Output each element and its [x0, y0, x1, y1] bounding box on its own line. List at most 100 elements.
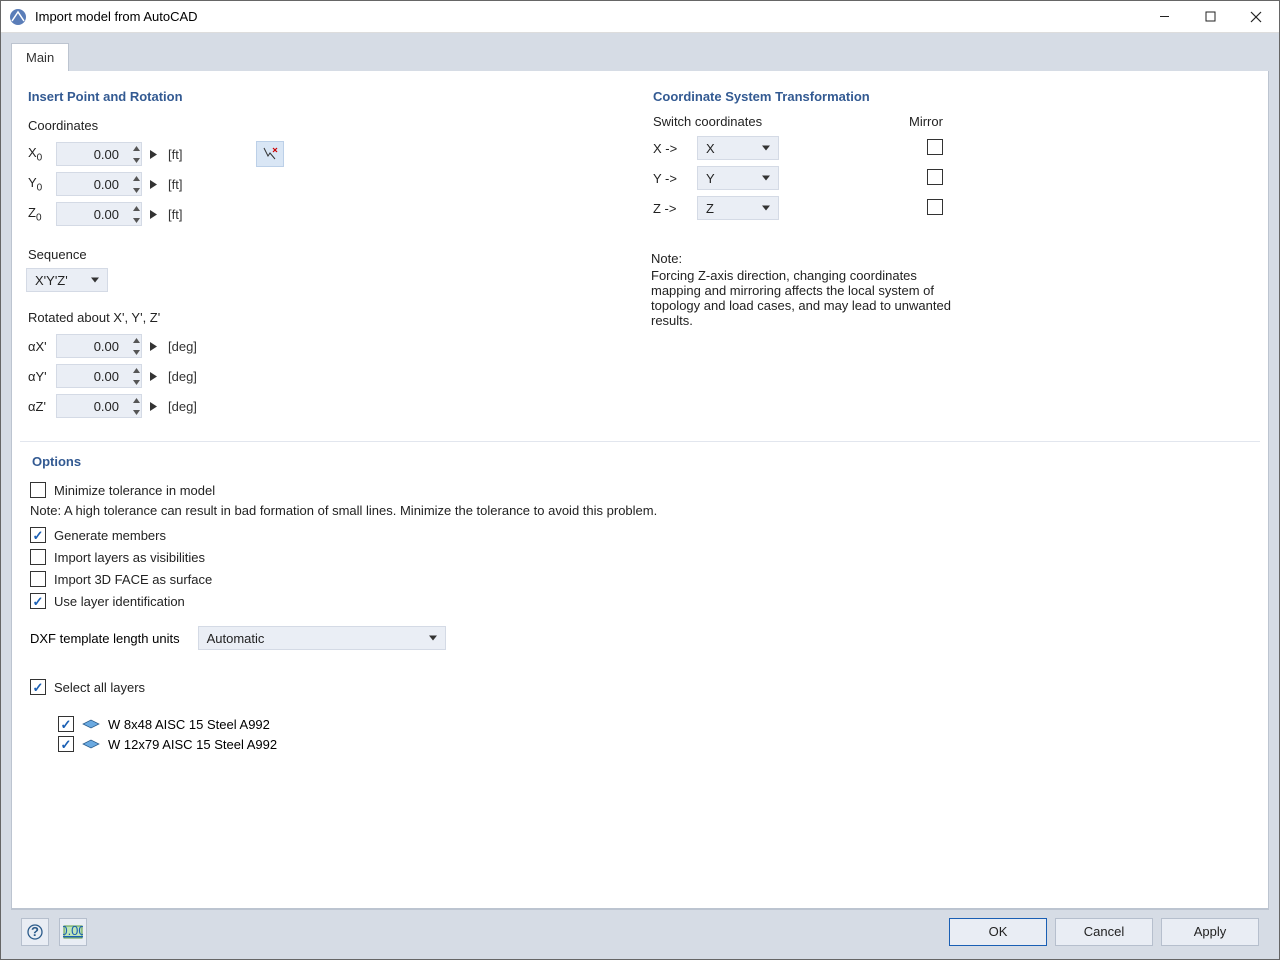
import-3dface-checkbox[interactable]	[30, 571, 46, 587]
window-controls	[1141, 1, 1279, 32]
select-all-layers-row: Select all layers	[30, 676, 1250, 698]
titlebar: Import model from AutoCAD	[1, 1, 1279, 33]
ok-button[interactable]: OK	[949, 918, 1047, 946]
ax-spinner[interactable]	[130, 334, 142, 358]
generate-members-checkbox[interactable]	[30, 527, 46, 543]
maximize-button[interactable]	[1187, 1, 1233, 32]
y0-label: Y0	[28, 175, 52, 194]
import-layers-vis-checkbox[interactable]	[30, 549, 46, 565]
close-button[interactable]	[1233, 1, 1279, 32]
select-all-layers-checkbox[interactable]	[30, 679, 46, 695]
x0-spinner[interactable]	[130, 142, 142, 166]
help-button[interactable]: ?	[21, 918, 49, 946]
ax-unit: [deg]	[168, 339, 197, 354]
dxf-units-select[interactable]: Automatic	[198, 626, 446, 650]
cs-header: Switch coordinates Mirror	[651, 114, 1254, 129]
x0-unit: [ft]	[168, 147, 182, 162]
cs-note: Note: Forcing Z-axis direction, changing…	[651, 251, 951, 328]
layer-checkbox-0[interactable]	[58, 716, 74, 732]
ay-label: αY'	[28, 369, 52, 384]
az-label: αZ'	[28, 399, 52, 414]
x-from-label: X ->	[653, 141, 689, 156]
layer-icon	[82, 737, 100, 751]
use-layer-id-checkbox[interactable]	[30, 593, 46, 609]
layer-checkbox-1[interactable]	[58, 736, 74, 752]
cs-panel-title: Coordinate System Transformation	[651, 85, 1254, 114]
insert-point-panel: Insert Point and Rotation Coordinates X0…	[20, 79, 635, 433]
mirror-x-checkbox[interactable]	[927, 139, 943, 155]
units-button[interactable]: 0.00	[59, 918, 87, 946]
insert-panel-title: Insert Point and Rotation	[26, 85, 629, 114]
z0-label: Z0	[28, 205, 52, 224]
top-columns: Insert Point and Rotation Coordinates X0…	[12, 71, 1268, 441]
z0-expand-icon[interactable]	[146, 202, 160, 226]
pick-point-button[interactable]	[256, 141, 284, 167]
coordinates-label: Coordinates	[26, 114, 629, 139]
minimize-tolerance-label: Minimize tolerance in model	[54, 483, 215, 498]
dxf-units-label: DXF template length units	[30, 631, 180, 646]
svg-text:?: ?	[31, 924, 39, 939]
ay-unit: [deg]	[168, 369, 197, 384]
use-layer-id-row: Use layer identification	[30, 590, 1250, 612]
app-icon	[9, 8, 27, 26]
cs-x-row: X -> X	[651, 133, 1254, 163]
minimize-tolerance-checkbox[interactable]	[30, 482, 46, 498]
generate-members-row: Generate members	[30, 524, 1250, 546]
y0-unit: [ft]	[168, 177, 182, 192]
az-expand-icon[interactable]	[146, 394, 160, 418]
y-from-label: Y ->	[653, 171, 689, 186]
dialog-footer: ? 0.00 OK Cancel Apply	[11, 909, 1269, 953]
cs-note-title: Note:	[651, 251, 951, 266]
y-to-select[interactable]: Y	[697, 166, 779, 190]
coord-x-row: X0 [ft]	[26, 139, 629, 169]
rotated-label: Rotated about X', Y', Z'	[26, 306, 629, 331]
mirror-z-checkbox[interactable]	[927, 199, 943, 215]
import-3dface-row: Import 3D FACE as surface	[30, 568, 1250, 590]
dxf-units-row: DXF template length units Automatic	[30, 626, 1250, 650]
x-to-select[interactable]: X	[697, 136, 779, 160]
options-panel: Options Minimize tolerance in model Note…	[20, 441, 1260, 908]
tab-main[interactable]: Main	[11, 43, 69, 71]
coord-z-row: Z0 [ft]	[26, 199, 629, 229]
ay-expand-icon[interactable]	[146, 364, 160, 388]
cancel-button[interactable]: Cancel	[1055, 918, 1153, 946]
layer-icon	[82, 717, 100, 731]
mirror-y-checkbox[interactable]	[927, 169, 943, 185]
rot-x-row: αX' [deg]	[26, 331, 629, 361]
minimize-tolerance-row: Minimize tolerance in model	[30, 479, 1250, 501]
layer-name-1: W 12x79 AISC 15 Steel A992	[108, 737, 277, 752]
minimize-button[interactable]	[1141, 1, 1187, 32]
layer-list: W 8x48 AISC 15 Steel A992 W 12x79 AISC 1…	[30, 716, 1250, 752]
ay-spinner[interactable]	[130, 364, 142, 388]
rot-z-row: αZ' [deg]	[26, 391, 629, 421]
import-layers-vis-label: Import layers as visibilities	[54, 550, 205, 565]
ax-expand-icon[interactable]	[146, 334, 160, 358]
ax-label: αX'	[28, 339, 52, 354]
layer-item: W 12x79 AISC 15 Steel A992	[58, 736, 1250, 752]
x0-expand-icon[interactable]	[146, 142, 160, 166]
az-spinner[interactable]	[130, 394, 142, 418]
x0-label: X0	[28, 145, 52, 164]
sequence-label: Sequence	[26, 243, 629, 268]
apply-button[interactable]: Apply	[1161, 918, 1259, 946]
minimize-tolerance-note: Note: A high tolerance can result in bad…	[30, 503, 1250, 518]
import-3dface-label: Import 3D FACE as surface	[54, 572, 212, 587]
az-unit: [deg]	[168, 399, 197, 414]
select-all-layers-label: Select all layers	[54, 680, 145, 695]
z-to-select[interactable]: Z	[697, 196, 779, 220]
import-layers-vis-row: Import layers as visibilities	[30, 546, 1250, 568]
dialog-window: Import model from AutoCAD Main Insert Po…	[0, 0, 1280, 960]
use-layer-id-label: Use layer identification	[54, 594, 185, 609]
footer-left: ? 0.00	[21, 918, 87, 946]
y0-expand-icon[interactable]	[146, 172, 160, 196]
z0-spinner[interactable]	[130, 202, 142, 226]
z0-unit: [ft]	[168, 207, 182, 222]
cs-transform-panel: Coordinate System Transformation Switch …	[645, 79, 1260, 433]
coord-y-row: Y0 [ft]	[26, 169, 629, 199]
tab-strip: Main	[11, 43, 1269, 71]
y0-spinner[interactable]	[130, 172, 142, 196]
cs-note-body: Forcing Z-axis direction, changing coord…	[651, 268, 951, 328]
generate-members-label: Generate members	[54, 528, 166, 543]
sequence-select[interactable]: X'Y'Z'	[26, 268, 108, 292]
window-title: Import model from AutoCAD	[35, 9, 1141, 24]
